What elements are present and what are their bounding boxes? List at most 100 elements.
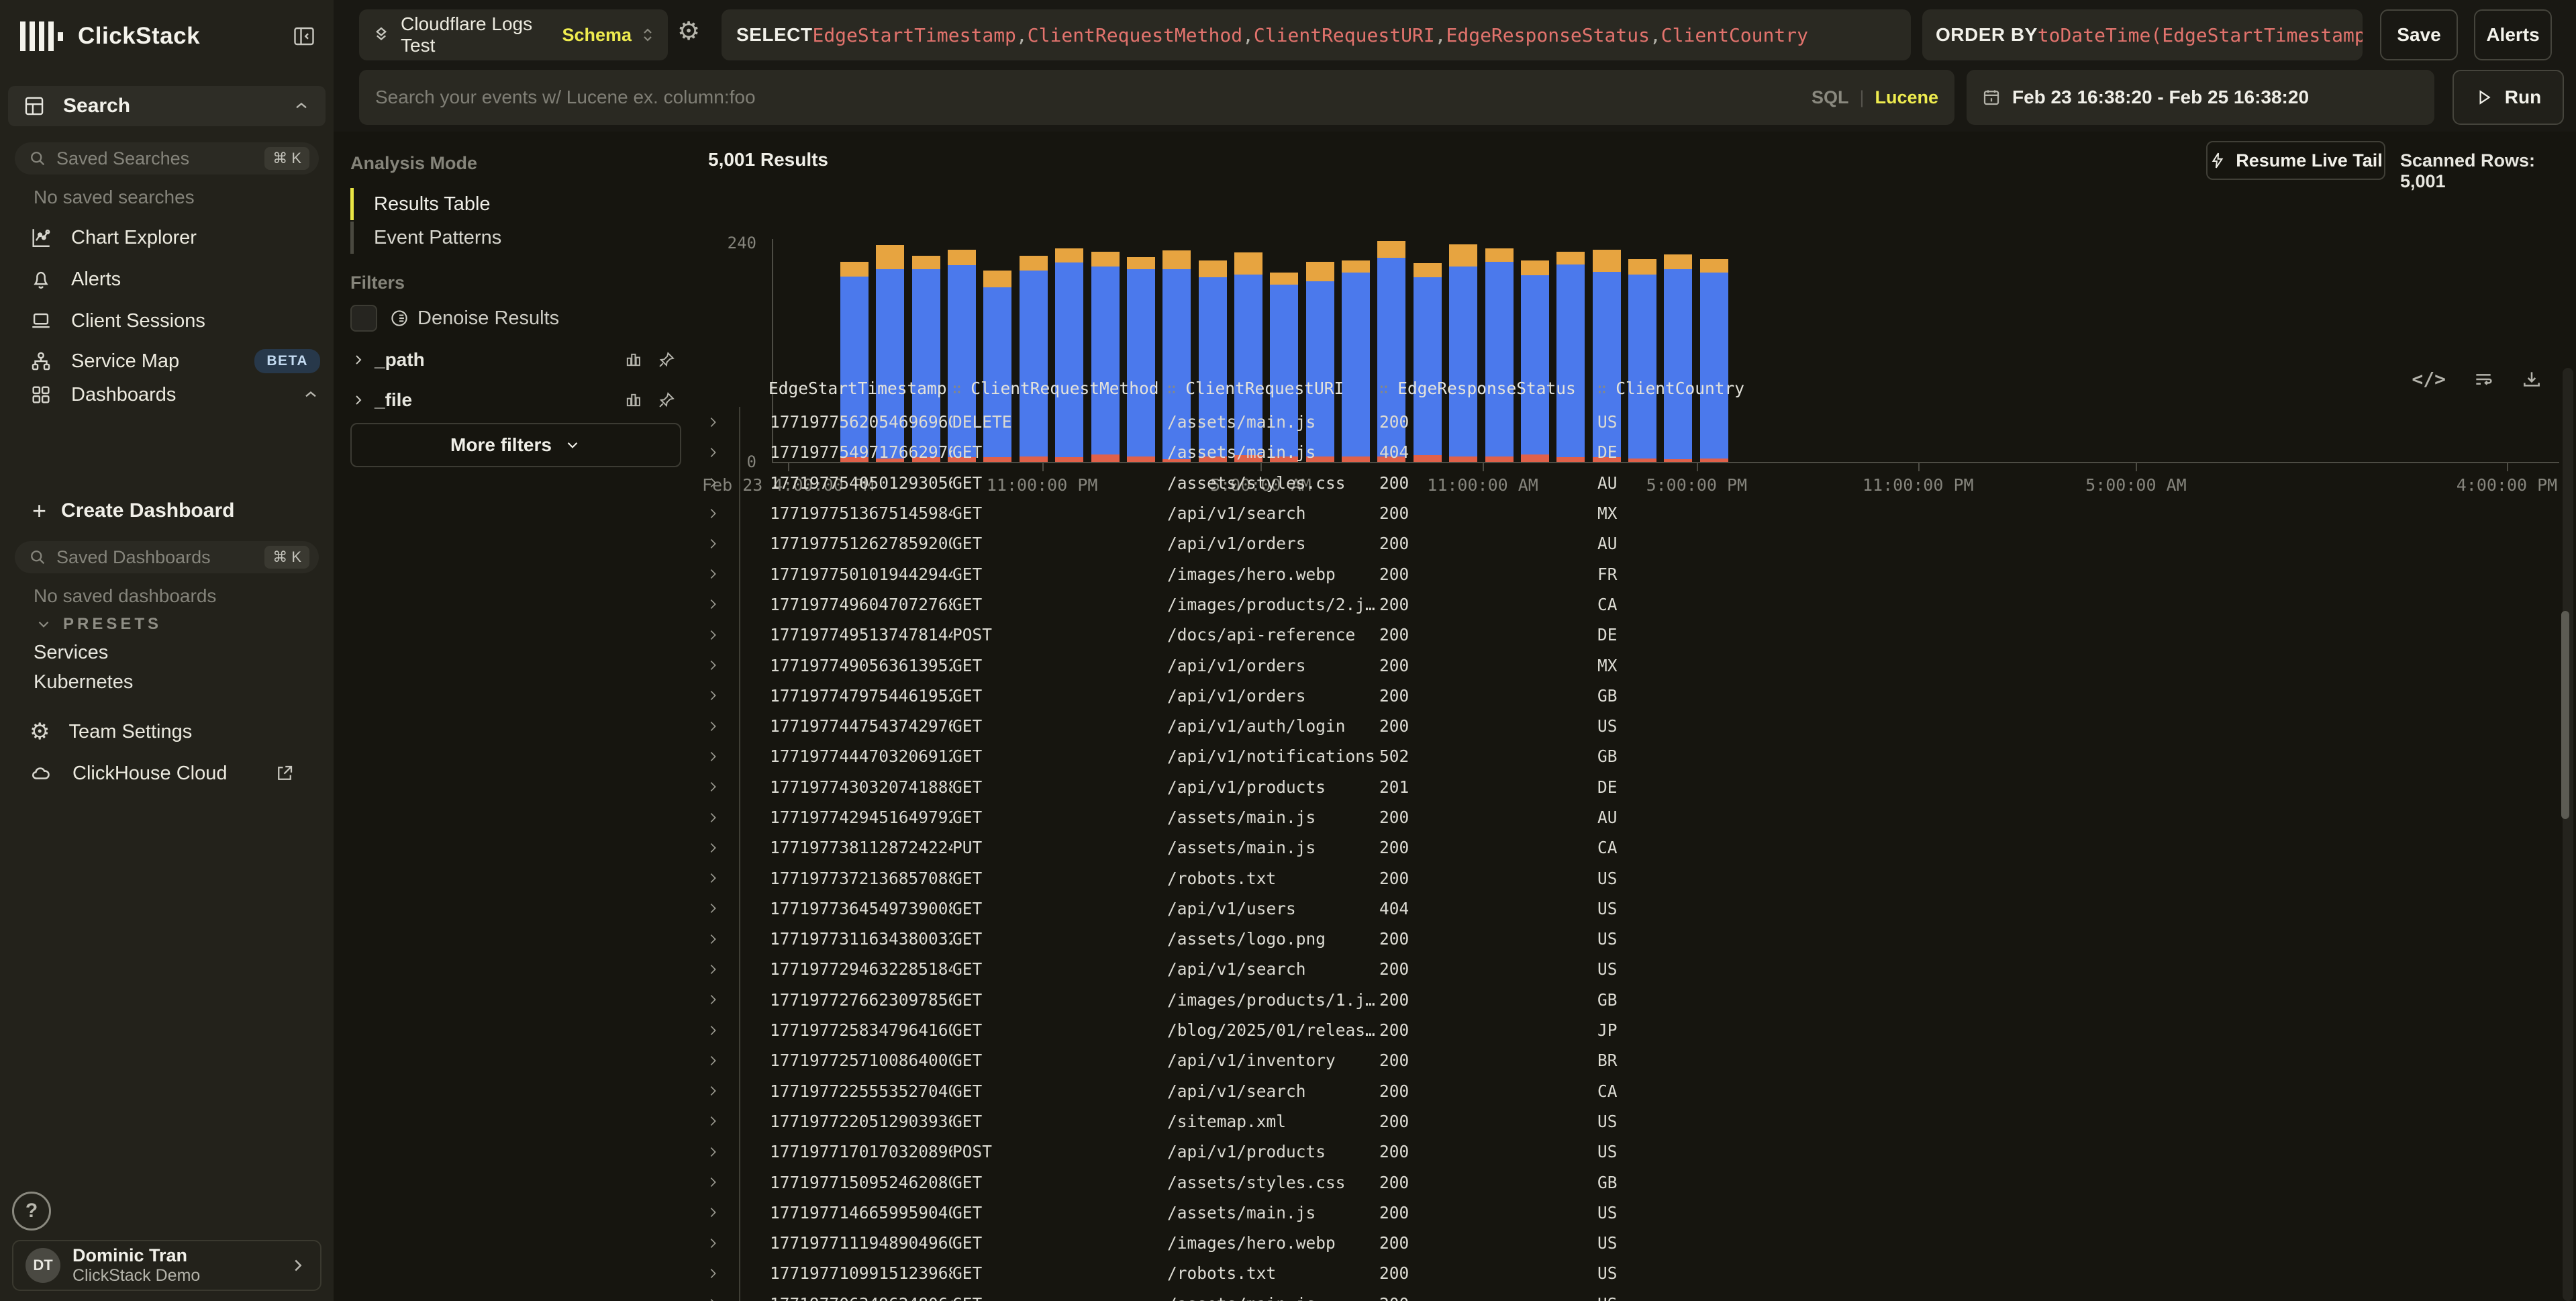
row-expand-chevron[interactable] bbox=[705, 1236, 720, 1251]
row-expand-chevron[interactable] bbox=[705, 901, 720, 916]
sidebar-item-client-sessions[interactable]: Client Sessions bbox=[30, 303, 320, 338]
table-row[interactable]: 1771977381128724224 PUT /assets/main.js … bbox=[695, 832, 2556, 863]
table-row[interactable]: 1771977549717662976 GET /assets/main.js … bbox=[695, 437, 2556, 467]
column-resize-handle[interactable]: ∷ bbox=[952, 381, 961, 398]
saved-dashboards-input[interactable]: Saved Dashboards ⌘ K bbox=[15, 541, 319, 573]
row-expand-chevron[interactable] bbox=[705, 810, 720, 825]
sidebar-collapse-icon[interactable] bbox=[292, 24, 316, 48]
field-chart-icon[interactable] bbox=[624, 391, 642, 409]
field-pin-icon[interactable] bbox=[657, 350, 676, 369]
row-expand-chevron[interactable] bbox=[705, 536, 720, 551]
chevron-up-icon[interactable] bbox=[292, 97, 311, 115]
row-expand-chevron[interactable] bbox=[705, 962, 720, 977]
table-row[interactable]: 1771977562054696960 DELETE /assets/main.… bbox=[695, 407, 2556, 437]
more-filters-button[interactable]: More filters bbox=[350, 423, 681, 467]
column-resize-handle[interactable]: ∷ bbox=[1167, 381, 1176, 398]
saved-searches-input[interactable]: Saved Searches ⌘ K bbox=[15, 142, 319, 175]
table-row[interactable]: 1771977111948904960 GET /images/hero.web… bbox=[695, 1228, 2556, 1258]
column-resize-handle[interactable]: ∷ bbox=[1379, 381, 1388, 398]
row-expand-chevron[interactable] bbox=[705, 1266, 720, 1281]
user-menu[interactable]: DT Dominic Tran ClickStack Demo bbox=[12, 1240, 321, 1291]
preset-services[interactable]: Services bbox=[34, 642, 108, 664]
table-row[interactable]: 1771977170170320896 POST /api/v1/product… bbox=[695, 1137, 2556, 1167]
sidebar-item-service-map[interactable]: Service Map BETA bbox=[30, 344, 320, 379]
sidebar-item-chart-explorer[interactable]: Chart Explorer bbox=[30, 220, 320, 255]
time-range-picker[interactable]: Feb 23 16:38:20 - Feb 25 16:38:20 bbox=[1967, 70, 2434, 125]
row-expand-chevron[interactable] bbox=[705, 1175, 720, 1190]
row-expand-chevron[interactable] bbox=[705, 779, 720, 794]
mode-event-patterns[interactable]: Event Patterns bbox=[350, 222, 681, 254]
table-row[interactable]: 1771977490563613952 GET /api/v1/orders 2… bbox=[695, 650, 2556, 680]
orderby-clause-input[interactable]: ORDER BY toDateTime(EdgeStartTimestamp / bbox=[1922, 9, 2363, 60]
table-row[interactable]: 1771977429451649792 GET /assets/main.js … bbox=[695, 802, 2556, 832]
select-clause-input[interactable]: SELECT EdgeStartTimestamp, ClientRequest… bbox=[722, 9, 1911, 60]
table-row[interactable]: 1771977258347964160 GET /blog/2025/01/re… bbox=[695, 1015, 2556, 1045]
table-row[interactable]: 1771977512627859200 GET /api/v1/orders 2… bbox=[695, 528, 2556, 559]
table-row[interactable]: 1771977225553527040 GET /api/v1/search 2… bbox=[695, 1076, 2556, 1106]
table-row[interactable]: 1771977513675145984 GET /api/v1/search 2… bbox=[695, 498, 2556, 528]
column-header-clientrequestmethod[interactable]: ∷ClientRequestMethod bbox=[952, 379, 1167, 398]
column-resize-handle[interactable]: ∷ bbox=[1597, 381, 1606, 398]
column-header-clientrequesturi[interactable]: ∷ClientRequestURI bbox=[1167, 379, 1379, 398]
sidebar-item-clickhouse-cloud[interactable]: ClickHouse Cloud bbox=[30, 756, 320, 791]
sidebar-item-team-settings[interactable]: ⚙ Team Settings bbox=[30, 714, 320, 749]
row-expand-chevron[interactable] bbox=[705, 688, 720, 703]
column-header-edgestarttimestamp[interactable]: EdgeStartTimestamp bbox=[739, 379, 952, 398]
sidebar-item-alerts[interactable]: Alerts bbox=[30, 262, 320, 297]
table-row[interactable]: 1771977257100864000 GET /api/v1/inventor… bbox=[695, 1045, 2556, 1075]
create-dashboard-button[interactable]: + Create Dashboard bbox=[32, 497, 234, 525]
column-header-clientcountry[interactable]: ∷ClientCountry bbox=[1597, 379, 2556, 398]
table-row[interactable]: 1771977364549739008 GET /api/v1/users 40… bbox=[695, 894, 2556, 924]
row-expand-chevron[interactable] bbox=[705, 719, 720, 734]
row-expand-chevron[interactable] bbox=[705, 506, 720, 521]
row-expand-chevron[interactable] bbox=[705, 1205, 720, 1220]
row-expand-chevron[interactable] bbox=[705, 749, 720, 764]
row-expand-chevron[interactable] bbox=[705, 415, 720, 430]
row-expand-chevron[interactable] bbox=[705, 840, 720, 855]
lucene-toggle[interactable]: Lucene bbox=[1875, 87, 1938, 108]
row-expand-chevron[interactable] bbox=[705, 1083, 720, 1098]
search-input[interactable]: Search your events w/ Lucene ex. column:… bbox=[359, 70, 1954, 125]
row-expand-chevron[interactable] bbox=[705, 1023, 720, 1038]
column-header-edgeresponsestatus[interactable]: ∷EdgeResponseStatus bbox=[1379, 379, 1597, 398]
row-expand-chevron[interactable] bbox=[705, 1296, 720, 1301]
table-row[interactable]: 1771977150952462080 GET /assets/styles.c… bbox=[695, 1167, 2556, 1197]
table-row[interactable]: 1771977109915123968 GET /robots.txt 200 … bbox=[695, 1258, 2556, 1288]
row-expand-chevron[interactable] bbox=[705, 658, 720, 673]
presets-toggle[interactable]: PRESETS bbox=[35, 615, 162, 634]
run-button[interactable]: Run bbox=[2453, 70, 2564, 125]
table-row[interactable]: 1771977540501293056 GET /assets/styles.c… bbox=[695, 468, 2556, 498]
help-button[interactable]: ? bbox=[12, 1192, 51, 1231]
mode-results-table[interactable]: Results Table bbox=[350, 188, 681, 220]
table-row[interactable]: 1771977447543742976 GET /api/v1/auth/log… bbox=[695, 711, 2556, 741]
table-row[interactable]: 1771977496047072768 GET /images/products… bbox=[695, 589, 2556, 620]
row-expand-chevron[interactable] bbox=[705, 567, 720, 581]
row-expand-chevron[interactable] bbox=[705, 445, 720, 460]
query-settings-gear-icon[interactable]: ⚙ bbox=[677, 16, 700, 46]
table-row[interactable]: 1771977063496248064 GET /assets/main.js … bbox=[695, 1289, 2556, 1301]
alerts-button[interactable]: Alerts bbox=[2474, 9, 2552, 60]
table-row[interactable]: 1771977495137478144 POST /docs/api-refer… bbox=[695, 620, 2556, 650]
table-row[interactable]: 1771977430320741888 GET /api/v1/products… bbox=[695, 772, 2556, 802]
row-expand-chevron[interactable] bbox=[705, 628, 720, 642]
table-row[interactable]: 1771977501019442944 GET /images/hero.web… bbox=[695, 559, 2556, 589]
row-expand-chevron[interactable] bbox=[705, 1114, 720, 1128]
denoise-checkbox[interactable] bbox=[350, 305, 377, 332]
table-row[interactable]: 1771977311634380032 GET /assets/logo.png… bbox=[695, 924, 2556, 954]
table-scrollbar-track[interactable] bbox=[2563, 368, 2573, 1301]
source-selector[interactable]: Cloudflare Logs Test Schema bbox=[359, 9, 668, 60]
sidebar-item-search[interactable]: Search bbox=[8, 86, 326, 126]
sidebar-item-dashboards[interactable]: Dashboards bbox=[30, 377, 320, 412]
filter-field-file[interactable]: _file bbox=[350, 384, 676, 416]
row-expand-chevron[interactable] bbox=[705, 1145, 720, 1159]
field-pin-icon[interactable] bbox=[657, 391, 676, 409]
row-expand-chevron[interactable] bbox=[705, 1053, 720, 1068]
table-row[interactable]: 1771977276623097856 GET /images/products… bbox=[695, 985, 2556, 1015]
table-row[interactable]: 1771977220512903936 GET /sitemap.xml 200… bbox=[695, 1106, 2556, 1137]
table-row[interactable]: 1771977479754461952 GET /api/v1/orders 2… bbox=[695, 681, 2556, 711]
table-row[interactable]: 1771977294632285184 GET /api/v1/search 2… bbox=[695, 954, 2556, 984]
table-row[interactable]: 1771977372136857088 GET /robots.txt 200 … bbox=[695, 863, 2556, 893]
row-expand-chevron[interactable] bbox=[705, 475, 720, 490]
chevron-right-icon[interactable] bbox=[350, 392, 366, 408]
save-button[interactable]: Save bbox=[2380, 9, 2458, 60]
